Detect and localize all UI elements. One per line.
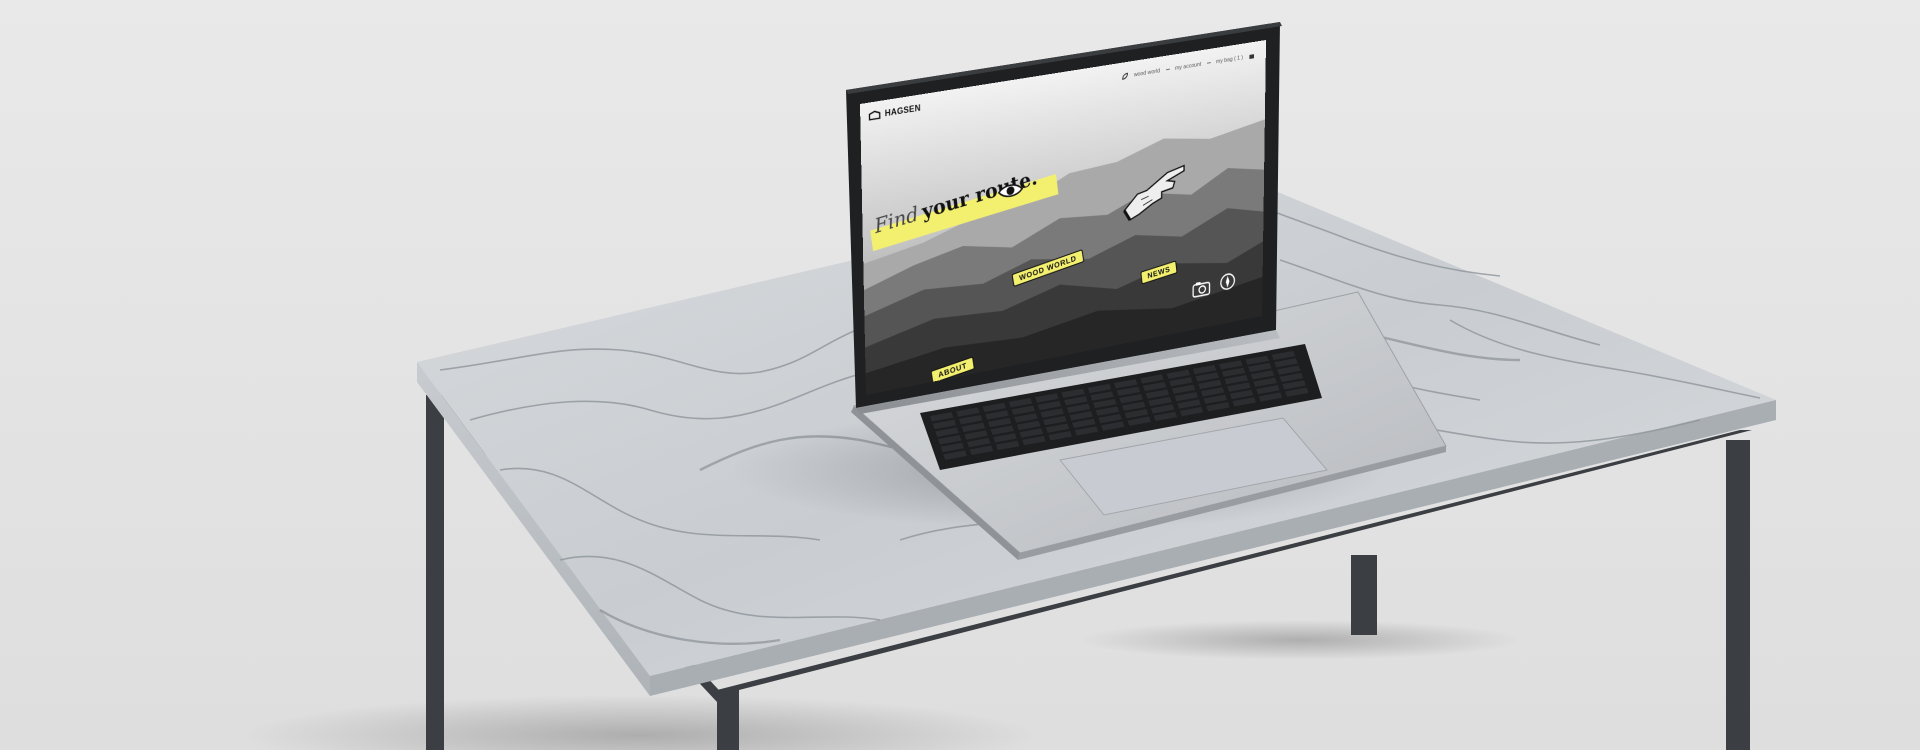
nav-separator (1165, 68, 1170, 71)
logo-icon (868, 109, 880, 121)
leaf-icon (1121, 72, 1128, 80)
bag-icon[interactable] (1248, 52, 1254, 60)
nav-separator (1206, 62, 1211, 64)
floor-shadow-right (1080, 620, 1520, 660)
compass-icon[interactable] (1219, 271, 1235, 292)
